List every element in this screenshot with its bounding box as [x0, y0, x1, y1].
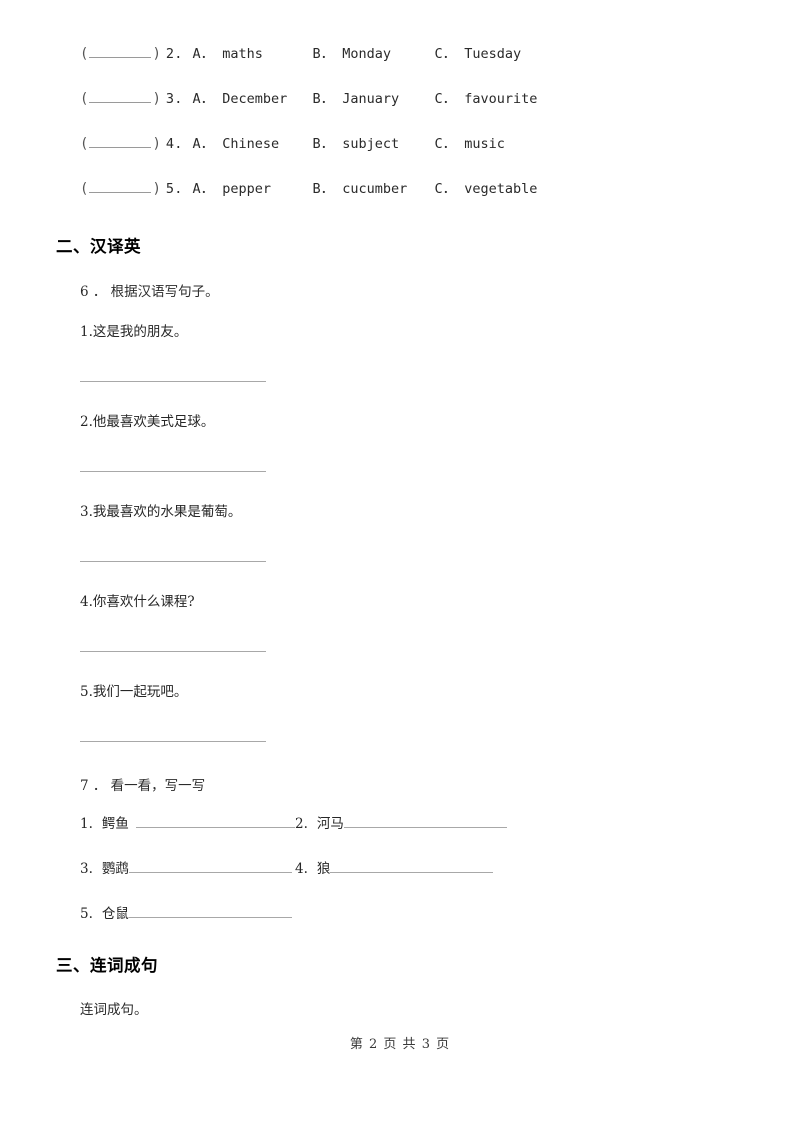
word-cell: 3. 鹦鹉	[80, 857, 295, 902]
word-label: 仓鼠	[101, 906, 129, 922]
word-label: 鹦鹉	[101, 861, 129, 877]
answer-paren-open: (	[80, 136, 89, 152]
answer-blank[interactable]	[89, 90, 152, 103]
word-number: 4.	[295, 861, 308, 877]
question-number: 3.	[165, 91, 183, 107]
word-answer-rule[interactable]	[135, 814, 295, 828]
answer-paren-open: (	[80, 46, 89, 62]
answer-paren-close: )	[152, 181, 161, 197]
answer-paren-close: )	[152, 91, 161, 107]
answer-paren-open: (	[80, 91, 89, 107]
translation-sentence: 5.我们一起玩吧。	[80, 684, 188, 700]
worksheet-page: ( ) 2. A． maths B． Monday C． Tuesday ( )…	[0, 0, 800, 1132]
answer-rule[interactable]	[80, 741, 266, 742]
translation-sentence: 3.我最喜欢的水果是葡萄。	[80, 504, 242, 520]
multiple-choice-row: ( ) 2. A． maths B． Monday C． Tuesday	[80, 42, 720, 87]
answer-rule[interactable]	[80, 381, 266, 382]
word-number: 2.	[295, 816, 308, 832]
word-answer-rule[interactable]	[128, 904, 292, 918]
word-label: 河马	[316, 816, 344, 832]
answer-rule[interactable]	[80, 471, 266, 472]
choice-option-c[interactable]: C． Tuesday	[435, 42, 555, 62]
word-number: 1.	[80, 816, 93, 832]
word-label: 狼	[316, 861, 331, 877]
translation-sentence: 1.这是我的朋友。	[80, 324, 188, 340]
question-number: 2.	[165, 46, 183, 62]
translation-item: 5.我们一起玩吧。	[80, 685, 480, 775]
word-row: 5. 仓鼠	[80, 902, 680, 947]
choice-option-a[interactable]: A． Chinese	[193, 132, 313, 152]
choice-option-b[interactable]: B． cucumber	[313, 177, 435, 197]
word-cell: 1. 鳄鱼	[80, 812, 295, 857]
choice-option-c[interactable]: C． vegetable	[435, 177, 555, 197]
translation-item: 3.我最喜欢的水果是葡萄。	[80, 505, 480, 595]
word-cell: 5. 仓鼠	[80, 902, 295, 947]
answer-rule[interactable]	[80, 561, 266, 562]
answer-paren-close: )	[152, 136, 161, 152]
choice-option-a[interactable]: A． pepper	[193, 177, 313, 197]
word-answer-rule[interactable]	[330, 859, 494, 873]
section-heading-two: 二、汉译英	[56, 237, 141, 256]
translation-sentence: 4.你喜欢什么课程?	[80, 594, 195, 610]
choice-option-c[interactable]: C． favourite	[435, 87, 555, 107]
answer-paren-close: )	[152, 46, 161, 62]
choice-option-b[interactable]: B． Monday	[313, 42, 435, 62]
word-label: 鳄鱼	[101, 816, 129, 832]
page-footer: 第 2 页 共 3 页	[349, 1037, 451, 1052]
answer-blank[interactable]	[89, 45, 152, 58]
word-cell: 2. 河马	[295, 812, 510, 857]
choice-option-c[interactable]: C． music	[435, 132, 555, 152]
multiple-choice-row: ( ) 3. A． December B． January C． favouri…	[80, 87, 720, 132]
choice-option-b[interactable]: B． January	[313, 87, 435, 107]
word-cell: 4. 狼	[295, 857, 510, 902]
answer-blank[interactable]	[89, 135, 152, 148]
section-heading-three: 三、连词成句	[56, 956, 158, 975]
translation-item: 1.这是我的朋友。	[80, 325, 480, 415]
word-number: 3.	[80, 861, 93, 877]
choice-option-a[interactable]: A． December	[193, 87, 313, 107]
section-three-prompt: 连词成句。	[80, 1002, 148, 1018]
word-answer-rule[interactable]	[343, 814, 507, 828]
translation-list: 1.这是我的朋友。 2.他最喜欢美式足球。 3.我最喜欢的水果是葡萄。 4.你喜…	[80, 325, 480, 775]
multiple-choice-list: ( ) 2. A． maths B． Monday C． Tuesday ( )…	[80, 42, 720, 222]
multiple-choice-row: ( ) 5. A． pepper B． cucumber C． vegetabl…	[80, 177, 720, 222]
translation-item: 2.他最喜欢美式足球。	[80, 415, 480, 505]
word-writing-grid: 1. 鳄鱼 2. 河马 3. 鹦鹉 4. 狼 5. 仓鼠	[80, 812, 680, 947]
choice-option-a[interactable]: A． maths	[193, 42, 313, 62]
answer-blank[interactable]	[89, 180, 152, 193]
word-answer-rule[interactable]	[128, 859, 292, 873]
question-7-prompt: 7 ． 看一看，写一写	[80, 778, 206, 794]
choice-option-b[interactable]: B． subject	[313, 132, 435, 152]
question-6-prompt: 6 ． 根据汉语写句子。	[80, 284, 219, 300]
answer-paren-open: (	[80, 181, 89, 197]
multiple-choice-row: ( ) 4. A． Chinese B． subject C． music	[80, 132, 720, 177]
word-row: 3. 鹦鹉 4. 狼	[80, 857, 680, 902]
translation-sentence: 2.他最喜欢美式足球。	[80, 414, 215, 430]
question-number: 4.	[165, 136, 183, 152]
answer-rule[interactable]	[80, 651, 266, 652]
word-number: 5.	[80, 906, 93, 922]
translation-item: 4.你喜欢什么课程?	[80, 595, 480, 685]
question-number: 5.	[165, 181, 183, 197]
word-row: 1. 鳄鱼 2. 河马	[80, 812, 680, 857]
